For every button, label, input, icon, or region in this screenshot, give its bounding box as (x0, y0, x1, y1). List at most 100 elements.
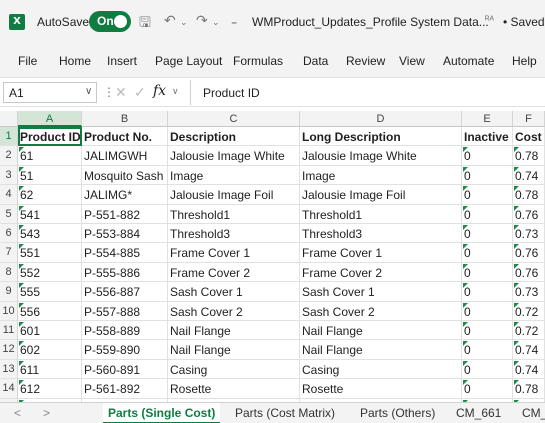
scroll-tabs-right-icon[interactable]: > (43, 406, 50, 420)
formula-input[interactable]: Product ID (190, 80, 545, 105)
name-box[interactable]: A1 ∨ (3, 82, 97, 103)
cell-long-description[interactable]: Nail Flange (300, 321, 462, 341)
row-number[interactable]: 7 (0, 243, 18, 263)
cell-inactive[interactable]: 0 (462, 204, 513, 224)
row-number[interactable]: 5 (0, 204, 18, 224)
column-header-e[interactable]: E (462, 111, 513, 127)
cell-cost[interactable]: 0.76 (513, 204, 545, 224)
cell-cost[interactable]: 0.73 (513, 282, 545, 302)
cell-inactive[interactable]: 0 (462, 282, 513, 302)
column-header-d[interactable]: D (300, 111, 462, 127)
cell-long-description[interactable]: Sash Cover 1 (300, 282, 462, 302)
tab-automate[interactable]: Automate (443, 54, 494, 68)
cell-description[interactable]: Image (168, 165, 300, 186)
insert-function-icon[interactable]: fx (153, 83, 166, 99)
chevron-down-icon[interactable]: ∨ (172, 86, 179, 97)
cell-inactive[interactable]: 0 (462, 185, 513, 205)
redo-icon[interactable]: ↷ (196, 12, 208, 29)
sheet-tab-parts-others[interactable]: Parts (Others) (360, 406, 435, 420)
cell-product-no[interactable]: P-556-887 (82, 282, 168, 302)
cell-long-description[interactable]: Frame Cover 2 (300, 262, 462, 283)
cell-long-description[interactable]: Threshold3 (300, 224, 462, 244)
cell-product-id[interactable]: 555 (18, 282, 82, 302)
cell-cost[interactable]: 0.74 (513, 165, 545, 186)
row-number[interactable]: 9 (0, 282, 18, 302)
cell-product-no[interactable]: P-558-889 (82, 321, 168, 341)
cell-inactive[interactable]: 0 (462, 359, 513, 380)
cell-product-id[interactable]: 552 (18, 262, 82, 283)
cell-long-description[interactable]: Nail Flange (300, 340, 462, 360)
column-header-a[interactable]: A (18, 111, 82, 127)
cell-long-description[interactable]: Rosette (300, 379, 462, 399)
row-number[interactable]: 12 (0, 340, 18, 360)
cell-inactive[interactable]: 0 (462, 321, 513, 341)
cell-description[interactable]: Jalousie Image White (168, 146, 300, 166)
column-header-f[interactable]: F (513, 111, 545, 127)
row-number[interactable]: 14 (0, 379, 18, 399)
cell-inactive[interactable]: 0 (462, 340, 513, 360)
row-number[interactable]: 13 (0, 359, 18, 380)
cancel-icon[interactable]: ✕ (115, 84, 127, 101)
cell-product-no[interactable]: P-554-885 (82, 243, 168, 263)
cell-product-id[interactable]: 556 (18, 301, 82, 321)
cell-long-description[interactable]: Image (300, 165, 462, 186)
cell-product-id[interactable]: 551 (18, 243, 82, 263)
cell-cost[interactable]: 0.78 (513, 146, 545, 166)
tab-home[interactable]: Home (59, 54, 91, 68)
cell-cost[interactable]: 0.78 (513, 185, 545, 205)
row-number[interactable]: 2 (0, 146, 18, 166)
column-header-b[interactable]: B (82, 111, 168, 127)
undo-icon[interactable]: ↶ (164, 12, 176, 29)
cell-product-id[interactable]: 62 (18, 185, 82, 205)
tab-review[interactable]: Review (346, 54, 385, 68)
cell-description[interactable]: Casing (168, 359, 300, 380)
autosave-toggle[interactable]: On (89, 11, 131, 32)
cell-inactive[interactable]: 0 (462, 224, 513, 244)
redo-dropdown-icon[interactable]: ⌄ (212, 17, 220, 28)
row-number[interactable]: 4 (0, 185, 18, 205)
more-options-icon[interactable]: ⋮ (103, 85, 115, 99)
tab-file[interactable]: File (18, 54, 37, 68)
cell-product-no-header[interactable]: Product No. (82, 127, 168, 147)
cell-inactive[interactable]: 0 (462, 301, 513, 321)
cell-product-no[interactable]: P-557-888 (82, 301, 168, 321)
scroll-tabs-left-icon[interactable]: < (14, 406, 21, 420)
cell-product-no[interactable]: P-561-892 (82, 379, 168, 399)
cell-cost[interactable]: 0.76 (513, 243, 545, 263)
cell-product-id[interactable]: 601 (18, 321, 82, 341)
cell-cost[interactable]: 0.72 (513, 321, 545, 341)
undo-dropdown-icon[interactable]: ⌄ (180, 17, 188, 28)
cell-description[interactable]: Sash Cover 1 (168, 282, 300, 302)
row-number[interactable]: 8 (0, 262, 18, 283)
tab-help[interactable]: Help (512, 54, 537, 68)
cell-product-id-header[interactable]: Product ID (18, 127, 82, 147)
cell-product-no[interactable]: Mosquito Sash (82, 165, 168, 186)
cell-description[interactable]: Nail Flange (168, 340, 300, 360)
cell-product-id[interactable]: 611 (18, 359, 82, 380)
cell-description-header[interactable]: Description (168, 127, 300, 147)
cell-long-description[interactable]: Jalousie Image White (300, 146, 462, 166)
sheet-tab-parts-single-cost[interactable]: Parts (Single Cost) (103, 403, 221, 423)
document-title[interactable]: WMProduct_Updates_Profile System Data... (252, 15, 489, 29)
row-number[interactable]: 10 (0, 301, 18, 321)
cell-cost[interactable]: 0.74 (513, 340, 545, 360)
cell-product-id[interactable]: 51 (18, 165, 82, 186)
cell-long-description[interactable]: Casing (300, 359, 462, 380)
cell-product-no[interactable]: P-555-886 (82, 262, 168, 283)
cell-description[interactable]: Rosette (168, 379, 300, 399)
cell-product-no[interactable]: P-553-884 (82, 224, 168, 244)
cell-long-description[interactable]: Frame Cover 1 (300, 243, 462, 263)
cell-cost[interactable]: 0.74 (513, 359, 545, 380)
sheet-tab-cm-661[interactable]: CM_661 (456, 406, 501, 420)
cell-description[interactable]: Frame Cover 1 (168, 243, 300, 263)
cell-long-description-header[interactable]: Long Description (300, 127, 462, 147)
cell-product-id[interactable]: 543 (18, 224, 82, 244)
cell-product-no[interactable]: P-551-882 (82, 204, 168, 224)
cell-inactive[interactable]: 0 (462, 379, 513, 399)
sheet-tab-parts-cost-matrix[interactable]: Parts (Cost Matrix) (235, 406, 335, 420)
cell-product-no[interactable]: JALIMGWH (82, 146, 168, 166)
cell-long-description[interactable]: Jalousie Image Foil (300, 185, 462, 205)
cell-product-id[interactable]: 61 (18, 146, 82, 166)
cell-long-description[interactable]: Threshold1 (300, 204, 462, 224)
sensitivity-icon[interactable]: ᴿᴬ (485, 15, 494, 26)
